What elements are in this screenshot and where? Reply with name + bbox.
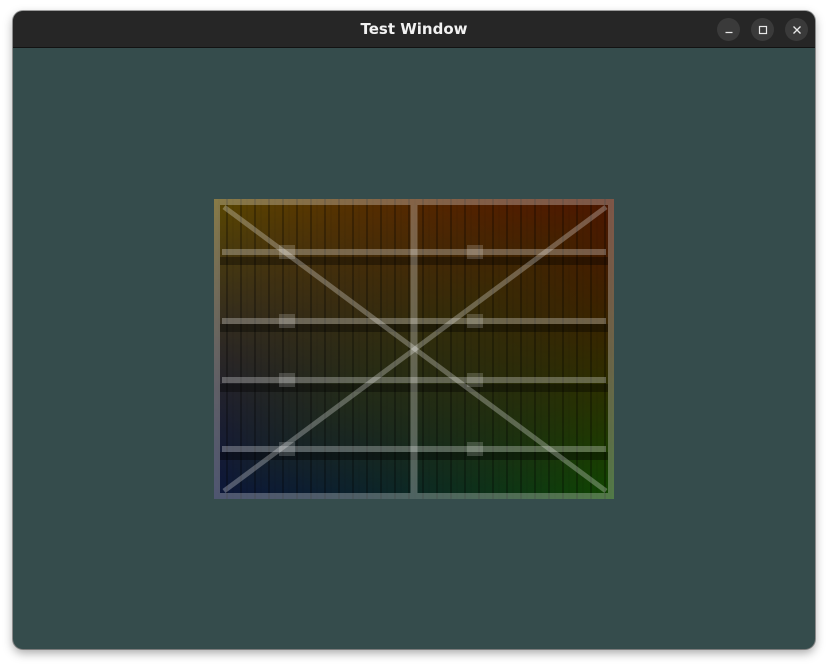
textured-quad xyxy=(214,199,614,499)
close-button[interactable] xyxy=(785,18,808,41)
title-bar[interactable]: Test Window xyxy=(13,11,815,48)
minimize-icon xyxy=(725,31,732,33)
maximize-icon xyxy=(758,25,767,34)
render-area xyxy=(13,48,815,649)
app-window: Test Window xyxy=(13,11,815,649)
minimize-button[interactable] xyxy=(717,18,740,41)
close-icon xyxy=(792,25,801,34)
window-title: Test Window xyxy=(360,20,468,38)
maximize-button[interactable] xyxy=(751,18,774,41)
